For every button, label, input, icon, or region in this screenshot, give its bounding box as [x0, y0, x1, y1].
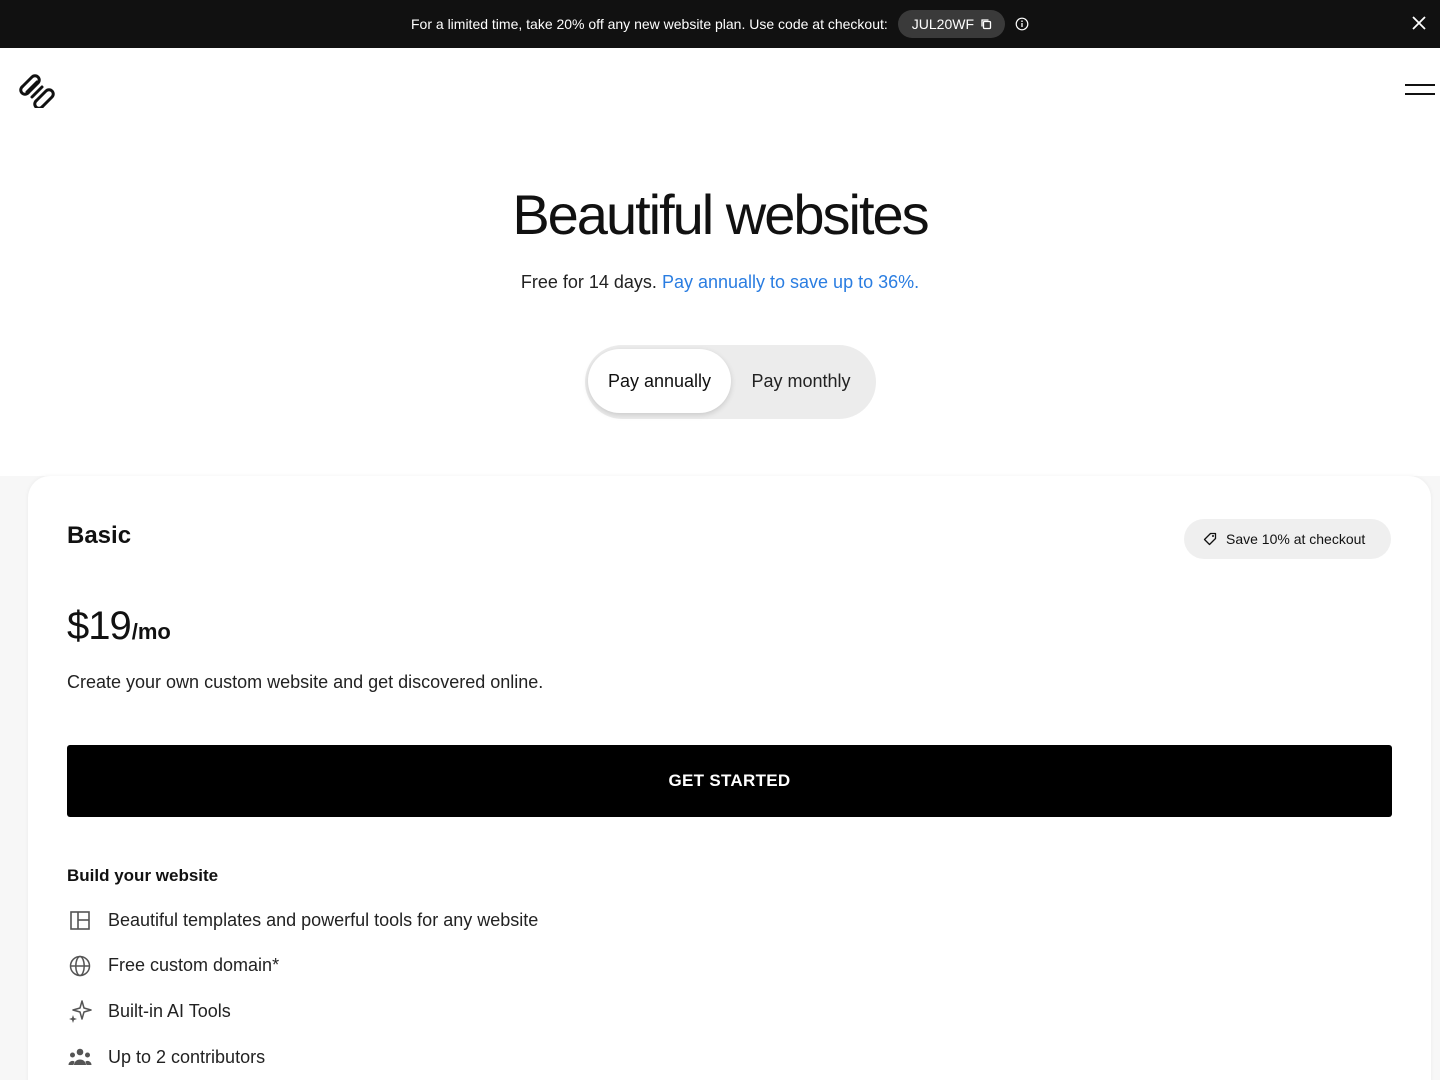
copy-icon — [981, 19, 992, 30]
save-badge-text: Save 10% at checkout — [1226, 531, 1366, 547]
hero-subtitle: Free for 14 days. Pay annually to save u… — [0, 272, 1440, 293]
plan-card-basic: Basic Save 10% at checkout $19 /mo Creat… — [28, 476, 1431, 1080]
pay-monthly-option[interactable]: Pay monthly — [735, 349, 867, 413]
plan-name: Basic — [67, 522, 132, 549]
site-header — [0, 48, 1440, 130]
save-badge: Save 10% at checkout — [1184, 519, 1391, 559]
page-title: Beautiful websites — [512, 183, 929, 246]
plan-description: Create your own custom website and get d… — [67, 672, 544, 692]
price-period: /mo — [131, 619, 171, 644]
get-started-button[interactable]: GET STARTED — [67, 745, 1392, 817]
pricing-hero: Beautiful websites Free for 14 days. Pay… — [0, 130, 1440, 476]
pay-annually-option[interactable]: Pay annually — [588, 349, 731, 413]
feature-item: Built-in AI Tools — [67, 996, 231, 1026]
tag-icon — [1203, 532, 1217, 546]
sparkle-ai-icon — [69, 1000, 92, 1023]
feature-label: Up to 2 contributors — [108, 1046, 266, 1067]
price-amount: $19 — [67, 604, 132, 648]
subtitle-text: Free for 14 days. — [520, 272, 657, 292]
info-icon[interactable] — [1015, 17, 1029, 31]
globe-icon — [69, 955, 91, 977]
feature-label: Free custom domain* — [108, 954, 280, 975]
promo-code: JUL20WF — [911, 16, 974, 32]
layout-template-icon — [70, 911, 90, 930]
close-icon[interactable] — [1408, 12, 1430, 34]
feature-item: Free custom domain* — [67, 950, 279, 980]
promo-text: For a limited time, take 20% off any new… — [411, 16, 888, 32]
feature-item: Beautiful templates and powerful tools f… — [67, 905, 538, 935]
annual-savings-link[interactable]: Pay annually to save up to 36%. — [662, 272, 919, 292]
feature-item: Up to 2 contributors — [67, 1042, 265, 1072]
features-heading: Build your website — [67, 866, 219, 885]
contributors-icon — [68, 1048, 92, 1065]
plan-price: $19 /mo — [67, 604, 171, 649]
hamburger-menu-icon[interactable] — [1405, 83, 1435, 97]
promo-code-copy-button[interactable]: JUL20WF — [897, 10, 1005, 38]
billing-toggle: Pay annually Pay monthly — [585, 345, 876, 419]
feature-label: Built-in AI Tools — [108, 1000, 231, 1021]
squarespace-logo[interactable] — [18, 70, 56, 108]
promo-banner: For a limited time, take 20% off any new… — [0, 0, 1440, 48]
feature-label: Beautiful templates and powerful tools f… — [108, 909, 539, 930]
